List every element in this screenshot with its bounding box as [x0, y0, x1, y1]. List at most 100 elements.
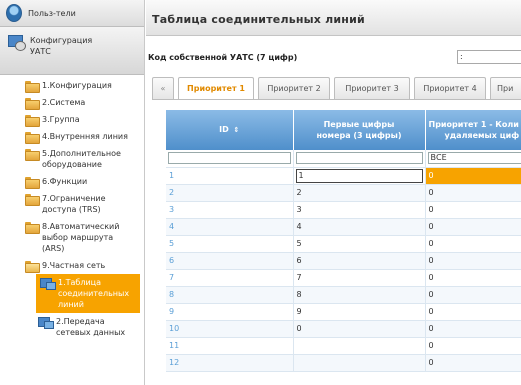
- filter-select-priority[interactable]: ВСЕ: [427, 152, 521, 165]
- column-header-id[interactable]: ID ⇕: [166, 110, 294, 150]
- row-id: 11: [166, 337, 294, 355]
- filter-row: ВСЕ: [166, 150, 521, 168]
- row-digits-cell[interactable]: 3: [293, 201, 426, 219]
- users-icon: [6, 4, 22, 22]
- open-folder-icon: [25, 261, 40, 273]
- tree-item-label: 4.Внутренняя линия: [42, 132, 128, 141]
- row-priority-cell[interactable]: 0: [425, 269, 521, 287]
- tree-item-extension[interactable]: 4.Внутренняя линия: [0, 128, 144, 145]
- folder-icon: [25, 194, 40, 206]
- tab-priority-1[interactable]: Приоритет 1: [178, 77, 254, 99]
- row-id: 12: [166, 354, 294, 372]
- table-header-row: ID ⇕ Первые цифры номера (3 цифры) Приор…: [166, 110, 521, 150]
- tree-item-trs[interactable]: 7.Ограничение доступа (TRS): [0, 190, 144, 218]
- row-priority-cell[interactable]: 0: [425, 218, 521, 236]
- row-digits-cell[interactable]: 0: [293, 320, 426, 338]
- tree-item-private-network[interactable]: 9.Частная сеть: [0, 257, 144, 274]
- pbx-config-section[interactable]: Конфигурация УАТС: [0, 27, 144, 75]
- leading-digits-line1: Первые цифры: [323, 120, 395, 129]
- table-row[interactable]: 12 0: [166, 354, 521, 372]
- row-priority-cell[interactable]: 0: [425, 337, 521, 355]
- config-label: Конфигурация УАТС: [30, 35, 92, 57]
- column-header-leading-digits[interactable]: Первые цифры номера (3 цифры): [293, 110, 426, 150]
- row-priority-cell[interactable]: 0: [425, 201, 521, 219]
- row-priority-cell[interactable]: 0: [425, 235, 521, 253]
- row-digits-cell[interactable]: 6: [293, 252, 426, 270]
- row-id: 7: [166, 269, 294, 287]
- own-pbx-code-input[interactable]: :: [457, 50, 521, 64]
- row-digits-cell[interactable]: [293, 354, 426, 372]
- row-digits-cell[interactable]: [293, 337, 426, 355]
- table-row[interactable]: 5 5 0: [166, 235, 521, 253]
- row-digits-cell[interactable]: 2: [293, 184, 426, 202]
- tab-scroll-left[interactable]: «: [152, 77, 174, 99]
- tab-priority-2[interactable]: Приоритет 2: [258, 77, 330, 99]
- tree-item-label: 3.Группа: [42, 115, 80, 124]
- priority-1-line2: удаляемых циф: [444, 131, 520, 140]
- tab-priority-3[interactable]: Приоритет 3: [334, 77, 410, 99]
- table-row[interactable]: 4 4 0: [166, 218, 521, 236]
- row-priority-cell[interactable]: 0: [425, 303, 521, 321]
- users-section[interactable]: Польз-тели: [0, 0, 144, 27]
- column-header-id-label: ID: [219, 125, 229, 134]
- table-row[interactable]: 1 1 0: [166, 167, 521, 185]
- row-digits-input[interactable]: 1: [295, 168, 423, 183]
- network-data-icon: [38, 316, 54, 329]
- tree-item-label: 1.Конфигурация: [42, 81, 112, 90]
- row-digits-cell[interactable]: 7: [293, 269, 426, 287]
- row-id: 5: [166, 235, 294, 253]
- folder-icon: [25, 81, 40, 93]
- row-priority-cell[interactable]: 0: [425, 320, 521, 338]
- tree-item-ars[interactable]: 8.Автоматический выбор маршрута (ARS): [0, 218, 144, 257]
- network-table-icon: [40, 277, 56, 290]
- row-digits-cell[interactable]: 5: [293, 235, 426, 253]
- table-row[interactable]: 10 0 0: [166, 320, 521, 338]
- own-pbx-code-label: Код собственной УАТС (7 цифр): [148, 53, 298, 62]
- tree-item-optional-device[interactable]: 5.Дополнительное оборудование: [0, 145, 144, 173]
- tree-item-label: 7.Ограничение доступа (TRS): [42, 194, 106, 214]
- filter-input-digits[interactable]: [295, 152, 423, 165]
- row-id: 3: [166, 201, 294, 219]
- filter-cell-priority: ВСЕ: [425, 150, 521, 168]
- sort-icon[interactable]: ⇕: [234, 126, 240, 134]
- tree-item-features[interactable]: 6.Функции: [0, 173, 144, 190]
- tree-item-tie-line-table[interactable]: 1.Таблица соединительных линий: [36, 274, 140, 313]
- tree-item-label: 5.Дополнительное оборудование: [42, 149, 121, 169]
- config-label-line1: Конфигурация: [30, 36, 93, 45]
- table-row[interactable]: 6 6 0: [166, 252, 521, 270]
- table-row[interactable]: 9 9 0: [166, 303, 521, 321]
- table-row[interactable]: 7 7 0: [166, 269, 521, 287]
- priority-tabs: « Приоритет 1 Приоритет 2 Приоритет 3 Пр…: [152, 77, 521, 99]
- tree-item-system[interactable]: 2.Система: [0, 94, 144, 111]
- row-priority-cell[interactable]: 0: [425, 286, 521, 304]
- row-priority-cell[interactable]: 0: [425, 354, 521, 372]
- tie-line-table: ID ⇕ Первые цифры номера (3 цифры) Приор…: [166, 110, 521, 372]
- row-digits-cell[interactable]: 4: [293, 218, 426, 236]
- row-id: 8: [166, 286, 294, 304]
- folder-icon: [25, 222, 40, 234]
- table-row[interactable]: 3 3 0: [166, 201, 521, 219]
- tree-item-configuration[interactable]: 1.Конфигурация: [0, 77, 144, 94]
- row-priority-cell[interactable]: 0: [425, 167, 521, 185]
- row-id: 2: [166, 184, 294, 202]
- filter-input-id[interactable]: [168, 152, 291, 165]
- table-row[interactable]: 2 2 0: [166, 184, 521, 202]
- row-digits-cell[interactable]: 9: [293, 303, 426, 321]
- tree-item-network-data-transfer[interactable]: 2.Передача сетевых данных: [0, 313, 144, 341]
- tree-item-label: 8.Автоматический выбор маршрута (ARS): [42, 222, 120, 253]
- row-digits-cell: 1: [293, 167, 426, 185]
- tab-priority-5[interactable]: При: [490, 77, 521, 99]
- tree-item-label: 6.Функции: [42, 177, 88, 186]
- folder-icon: [25, 149, 40, 161]
- folder-icon: [25, 98, 40, 110]
- row-priority-cell[interactable]: 0: [425, 184, 521, 202]
- row-id: 4: [166, 218, 294, 236]
- row-priority-cell[interactable]: 0: [425, 252, 521, 270]
- tab-priority-4[interactable]: Приоритет 4: [414, 77, 486, 99]
- column-header-priority-1[interactable]: Приоритет 1 - Коли удаляемых циф: [425, 110, 521, 150]
- tree-item-label: 9.Частная сеть: [42, 261, 106, 270]
- table-row[interactable]: 8 8 0: [166, 286, 521, 304]
- tree-item-group[interactable]: 3.Группа: [0, 111, 144, 128]
- table-row[interactable]: 11 0: [166, 337, 521, 355]
- row-digits-cell[interactable]: 8: [293, 286, 426, 304]
